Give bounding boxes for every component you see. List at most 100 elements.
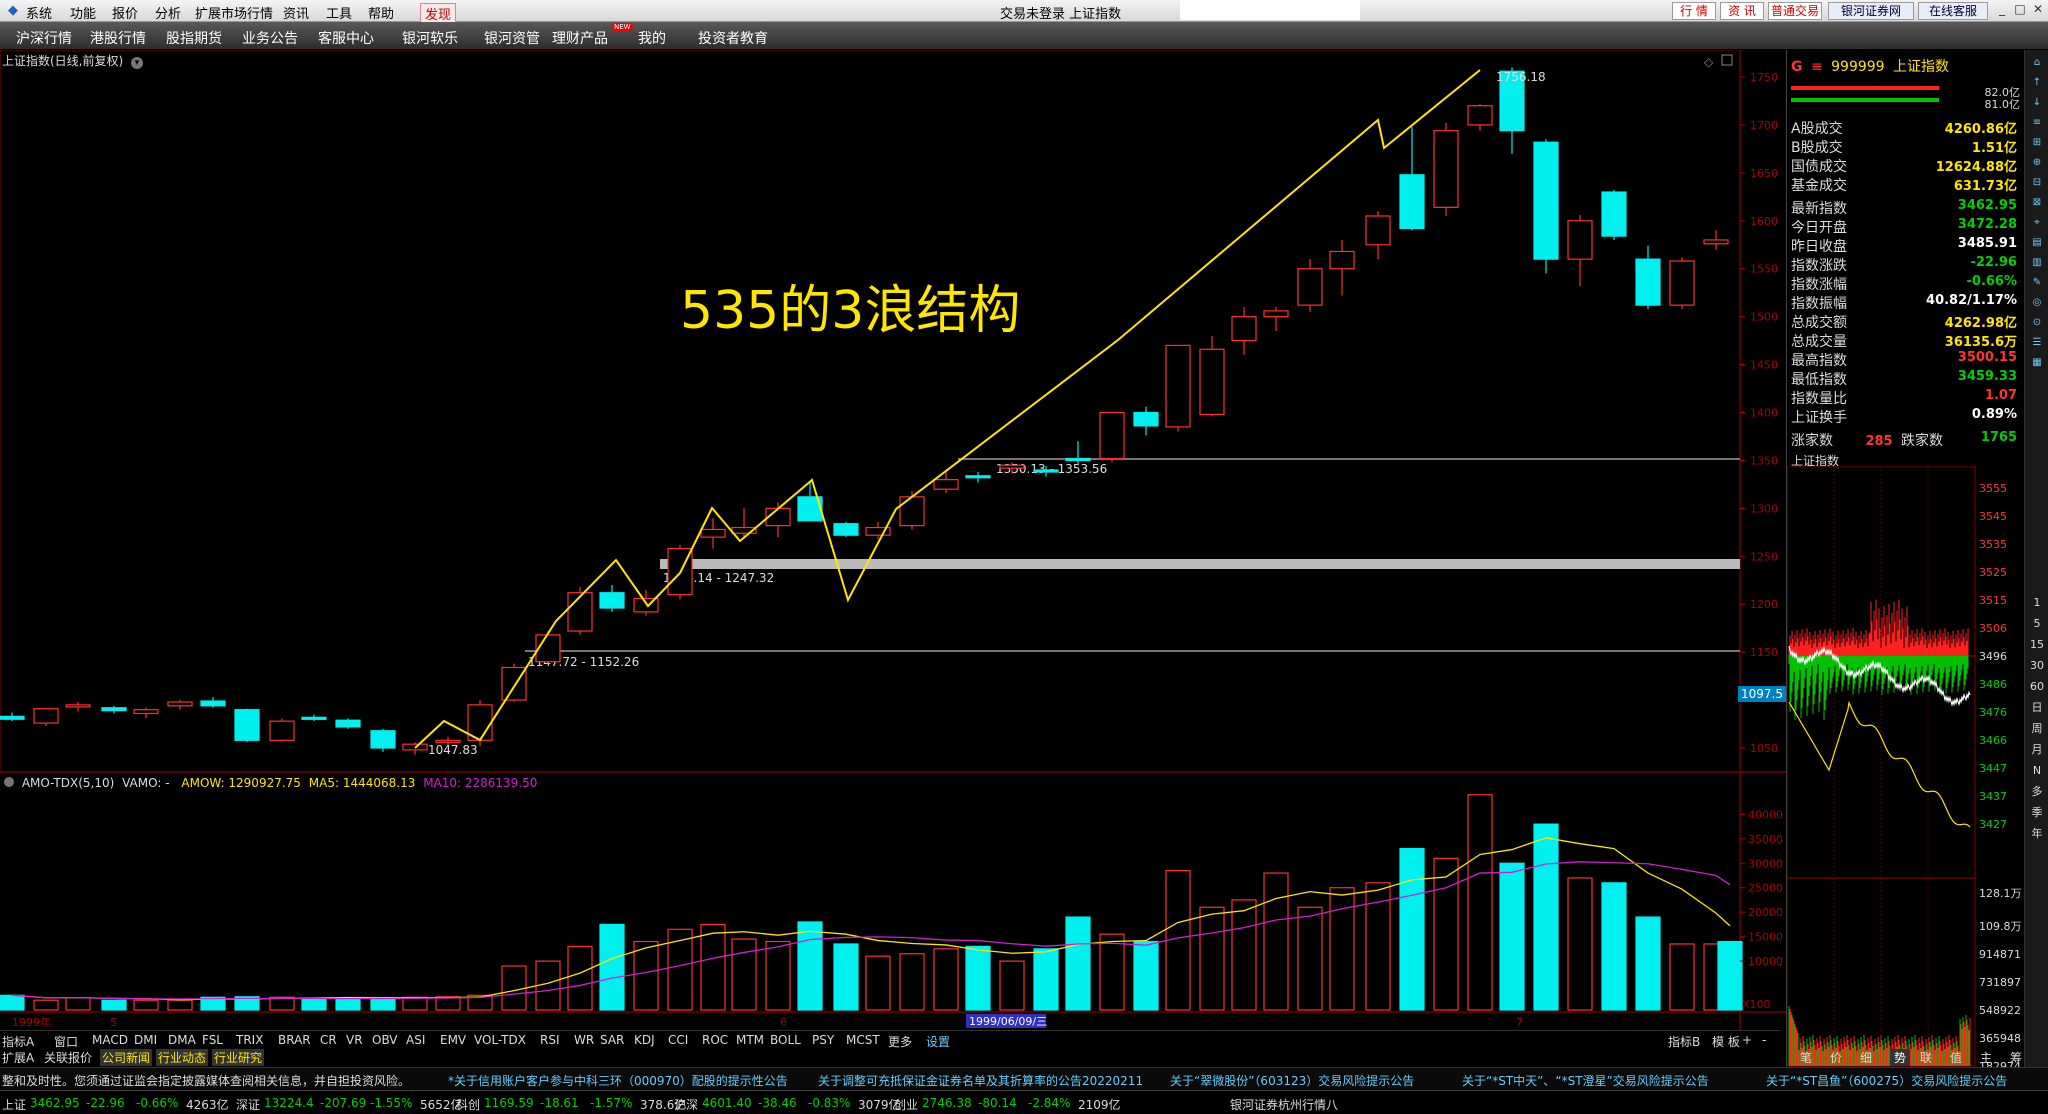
indicator-tab[interactable]: BOLL <box>770 1033 801 1047</box>
intraday-mini-chart[interactable]: 3555 3545 3535 3525 3515 3506 3496 3486 3476 3466… <box>1787 466 2025 1086</box>
minimize-icon[interactable]: _ <box>1992 2 2012 20</box>
indicator-right-tab[interactable]: + <box>1742 1033 1752 1047</box>
close-icon[interactable]: ✕ <box>2028 2 2048 20</box>
panel-tab[interactable]: 联 <box>1920 1049 1932 1066</box>
quote-button[interactable]: 行 情 <box>1672 2 1716 20</box>
panel-tab[interactable]: 主 <box>1980 1049 1992 1066</box>
toolbar-icon[interactable]: ⊟ <box>2028 174 2046 192</box>
nav-hk[interactable]: 港股行情 <box>90 28 146 48</box>
sub-tab[interactable]: 行业动态 <box>156 1049 209 1066</box>
period-button[interactable]: 月 <box>2028 741 2046 759</box>
menu-extended-market[interactable]: 扩展市场行情 <box>195 3 273 22</box>
news-item-3[interactable]: 关于“翠微股份”（603123）交易风险提示公告 <box>1170 1072 1414 1089</box>
indicator-tab[interactable]: DMI <box>134 1033 157 1047</box>
status-index-name[interactable]: 上证 <box>2 1096 26 1113</box>
nav-service[interactable]: 客服中心 <box>318 28 374 48</box>
toolbar-icon[interactable]: ⌂ <box>2028 54 2046 72</box>
period-button[interactable]: 季 <box>2028 804 2046 822</box>
news-item-5[interactable]: 关于“*ST昌鱼”（600275）交易风险提示公告 <box>1766 1072 2007 1089</box>
indicator-tab[interactable]: EMV <box>440 1033 466 1047</box>
period-button[interactable]: 60 <box>2028 678 2046 696</box>
panel-tab[interactable]: 值 <box>1950 1049 1962 1066</box>
sub-tab[interactable]: 扩展A <box>2 1049 34 1066</box>
indicator-tab[interactable]: DMA <box>168 1033 196 1047</box>
nav-wealth-products[interactable]: 理财产品 <box>552 28 608 48</box>
broker-site-button[interactable]: 银河证券网 <box>1828 2 1914 20</box>
sub-tab[interactable]: 关联报价 <box>44 1049 92 1066</box>
news-item-4[interactable]: 关于“*ST中天”、“*ST澄星”交易风险提示公告 <box>1462 1072 1709 1089</box>
menu-help[interactable]: 帮助 <box>368 3 394 22</box>
panel-tab[interactable]: 势 <box>1890 1049 1911 1066</box>
indicator-tab[interactable]: ROC <box>702 1033 728 1047</box>
period-button[interactable]: 30 <box>2028 657 2046 675</box>
indicator-tab[interactable]: CR <box>320 1033 337 1047</box>
toolbar-icon[interactable]: ↑ <box>2028 74 2046 92</box>
status-index-name[interactable]: 科创 <box>456 1096 480 1113</box>
toolbar-icon[interactable]: ⊙ <box>2028 314 2046 332</box>
chart-expand-icon[interactable] <box>1721 54 1733 66</box>
nav-futures[interactable]: 股指期货 <box>166 28 222 48</box>
indicator-right-tab[interactable]: - <box>1762 1033 1766 1047</box>
panel-tab[interactable]: 细 <box>1860 1049 1872 1066</box>
indicator-tab[interactable]: ASI <box>406 1033 425 1047</box>
indicator-tab[interactable]: WR <box>574 1033 594 1047</box>
indicator-tab[interactable]: BRAR <box>278 1033 311 1047</box>
indicator-tab[interactable]: CCI <box>668 1033 688 1047</box>
panel-menu-icon[interactable]: ≡ <box>1811 59 1823 75</box>
status-index-name[interactable]: 创业 <box>894 1096 918 1113</box>
news-item-2[interactable]: 关于调整可充抵保证金证券名单及其折算率的公告20220211 <box>818 1072 1143 1089</box>
toolbar-icon[interactable]: ≡ <box>2028 114 2046 132</box>
toolbar-icon[interactable]: ⊠ <box>2028 194 2046 212</box>
toolbar-icon[interactable]: ⊞ <box>2028 134 2046 152</box>
sub-tab[interactable]: 公司新闻 <box>100 1049 153 1066</box>
toolbar-icon[interactable]: ☰ <box>2028 334 2046 352</box>
menu-tools[interactable]: 工具 <box>326 3 352 22</box>
toolbar-icon[interactable]: ▦ <box>2028 354 2046 372</box>
period-button[interactable]: 年 <box>2028 825 2046 843</box>
indicator-tab[interactable]: SAR <box>600 1033 624 1047</box>
status-index-name[interactable]: 深证 <box>236 1096 260 1113</box>
indicator-tab[interactable]: MTM <box>736 1033 764 1047</box>
panel-tab[interactable]: 价 <box>1830 1049 1842 1066</box>
toolbar-icon[interactable]: ⊕ <box>2028 154 2046 172</box>
sub-tab[interactable]: 行业研究 <box>212 1049 265 1066</box>
vol-indicator-name[interactable]: AMO-TDX(5,10) <box>22 776 114 790</box>
status-index-name[interactable]: 沪深 <box>674 1096 698 1113</box>
toolbar-icon[interactable]: ▤ <box>2028 234 2046 252</box>
trade-button[interactable]: 普通交易 <box>1768 2 1822 20</box>
period-button[interactable]: 周 <box>2028 720 2046 738</box>
indicator-tab[interactable]: OBV <box>372 1033 398 1047</box>
period-button[interactable]: 15 <box>2028 636 2046 654</box>
period-button[interactable]: 5 <box>2028 615 2046 633</box>
legend-collapse-icon[interactable] <box>4 777 14 787</box>
period-button[interactable]: 1 <box>2028 594 2046 612</box>
toolbar-icon[interactable]: ⌖ <box>2028 214 2046 232</box>
news-item-1[interactable]: *关于信用账户客户参与中科三环（000970）配股的提示性公告 <box>448 1072 788 1089</box>
chart-diamond-icon[interactable]: ◇ <box>1704 55 1714 69</box>
indicator-tab[interactable]: PSY <box>812 1033 834 1047</box>
indicator-tab[interactable]: MACD <box>92 1033 128 1047</box>
nav-asset-mgmt[interactable]: 银河资管 <box>484 28 540 48</box>
indicator-tab[interactable]: VR <box>346 1033 363 1047</box>
period-button[interactable]: 多 <box>2028 783 2046 801</box>
nav-mine[interactable]: 我的 <box>638 28 666 48</box>
maximize-icon[interactable]: □ <box>2010 2 2030 20</box>
menu-analysis[interactable]: 分析 <box>155 3 181 22</box>
nav-shenzhen-shanghai[interactable]: 沪深行情 <box>16 28 72 48</box>
main-chart[interactable]: 1350.13 - 1353.56 1236.14 - 1247.32 1147… <box>0 50 1786 1050</box>
panel-tab[interactable]: 笔 <box>1800 1049 1812 1066</box>
period-button[interactable]: N <box>2028 762 2046 780</box>
toolbar-icon[interactable]: ◎ <box>2028 294 2046 312</box>
toolbar-icon[interactable]: ↓ <box>2028 94 2046 112</box>
nav-galaxy-music[interactable]: 银河软乐 <box>402 28 458 48</box>
title-search-box[interactable] <box>1180 0 1360 20</box>
menu-info[interactable]: 资讯 <box>283 3 309 22</box>
menu-quote[interactable]: 报价 <box>112 3 138 22</box>
menu-system[interactable]: 系统 <box>26 3 52 22</box>
online-service-button[interactable]: 在线客服 <box>1918 2 1988 20</box>
indicator-tab[interactable]: VOL-TDX <box>474 1033 526 1047</box>
indicator-tab[interactable]: TRIX <box>236 1033 263 1047</box>
indicator-tab[interactable]: FSL <box>202 1033 223 1047</box>
panel-tab[interactable]: 筹 <box>2010 1049 2022 1066</box>
indicator-tab[interactable]: KDJ <box>634 1033 655 1047</box>
